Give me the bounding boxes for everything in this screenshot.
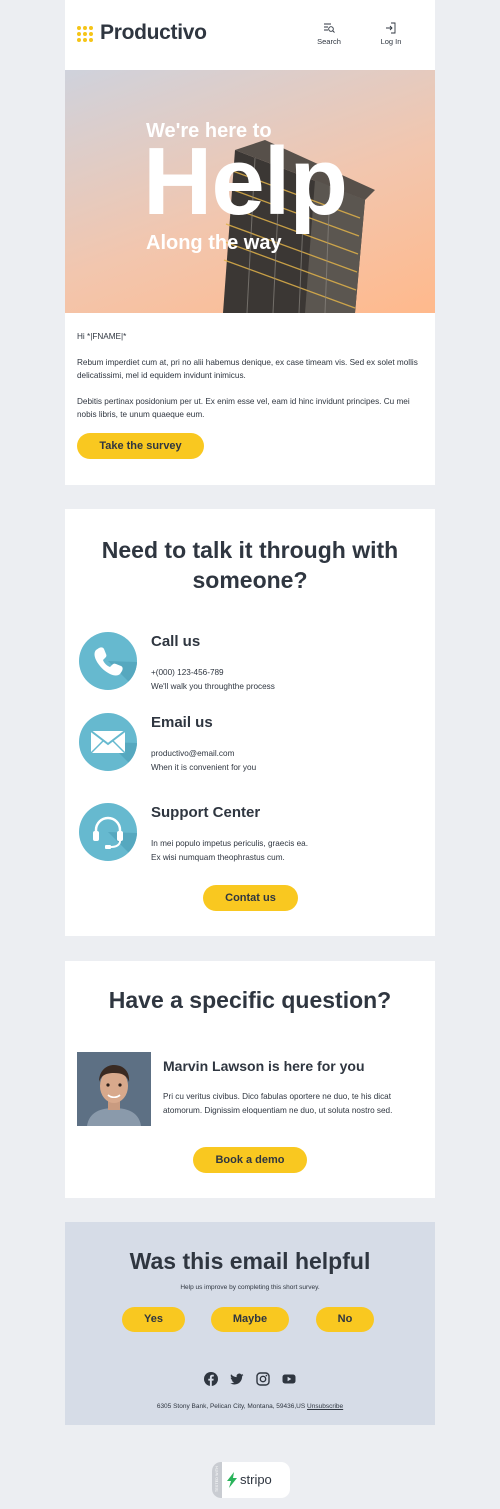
email-header: Productivo Search Log In xyxy=(65,0,435,70)
contact-heading: Need to talk it through with someone? xyxy=(101,537,399,593)
phone-icon xyxy=(94,647,137,690)
email-us-title: Email us xyxy=(151,714,213,731)
login-button[interactable]: Log In xyxy=(369,22,413,46)
avatar-icon xyxy=(77,1052,151,1126)
unsubscribe-link[interactable]: Unsubscribe xyxy=(307,1403,343,1410)
question-section: Have a specific question? Marvin Lawson … xyxy=(65,961,435,1198)
brand-logo[interactable]: Productivo xyxy=(100,21,207,45)
support-center-title: Support Center xyxy=(151,804,261,821)
feedback-section: Was this email helpful Help us improve b… xyxy=(65,1222,435,1425)
book-demo-button[interactable]: Book a demo xyxy=(193,1147,307,1173)
phone-number[interactable]: +(000) 123-456-789 xyxy=(151,666,275,680)
youtube-icon[interactable] xyxy=(282,1372,296,1386)
no-button[interactable]: No xyxy=(316,1307,374,1332)
intro-paragraph-2: Debitis pertinax posidonium per ut. Ex e… xyxy=(77,397,410,420)
hero-line2: Along the way xyxy=(146,232,282,254)
intro-paragraph-1: Rebum imperdiet cum at, pri no alii habe… xyxy=(77,358,418,381)
stripo-logo-icon xyxy=(227,1472,237,1488)
yes-button[interactable]: Yes xyxy=(122,1307,185,1332)
stripo-logo-text: stripo xyxy=(240,1472,272,1487)
call-us-note: We'll walk you throughthe process xyxy=(151,681,275,691)
call-us-circle xyxy=(79,632,137,690)
twitter-icon[interactable] xyxy=(230,1372,244,1386)
support-line-2: Ex wisi numquam theophrastus cum. xyxy=(151,852,285,862)
search-button[interactable]: Search xyxy=(307,22,351,46)
person-description: Pri cu veritus civibus. Dico fabulas opo… xyxy=(163,1092,393,1115)
company-address: 6305 Stony Bank, Pelican City, Montana, … xyxy=(156,1403,306,1410)
email-us-note: When it is convenient for you xyxy=(151,762,257,772)
headset-icon xyxy=(93,816,137,861)
contact-section: Need to talk it through with someone? Ca… xyxy=(65,509,435,936)
person-title: Marvin Lawson is here for you xyxy=(163,1058,365,1074)
facebook-icon[interactable] xyxy=(204,1372,218,1386)
email-icon xyxy=(90,730,137,771)
take-survey-button[interactable]: Take the survey xyxy=(77,433,204,459)
stripo-badge[interactable]: TESTED WITH stripo xyxy=(212,1462,290,1498)
tested-with-label: TESTED WITH xyxy=(215,1466,219,1492)
person-photo xyxy=(77,1052,151,1126)
email-us-details: productivo@email.com When it is convenie… xyxy=(151,747,256,774)
call-us-details: +(000) 123-456-789 We'll walk you throug… xyxy=(151,666,275,693)
contact-us-button[interactable]: Contat us xyxy=(203,885,298,911)
support-center-details: In mei populo impetus periculis, graecis… xyxy=(151,837,308,864)
intro-section: Hi *|FNAME|* Rebum imperdiet cum at, pri… xyxy=(65,313,435,485)
login-label: Log In xyxy=(380,37,402,46)
hero-banner: We're here to Help Along the way xyxy=(65,70,435,313)
email-address[interactable]: productivo@email.com xyxy=(151,747,256,761)
greeting-text: Hi *|FNAME|* xyxy=(77,332,127,341)
logo-icon xyxy=(77,26,93,42)
email-us-circle xyxy=(79,713,137,771)
feedback-subtext: Help us improve by completing this short… xyxy=(180,1284,320,1291)
search-label: Search xyxy=(317,37,341,46)
maybe-button[interactable]: Maybe xyxy=(211,1307,289,1332)
footer-address-line: 6305 Stony Bank, Pelican City, Montana, … xyxy=(65,1403,435,1410)
feedback-heading: Was this email helpful xyxy=(129,1248,371,1274)
question-heading: Have a specific question? xyxy=(108,987,392,1013)
support-center-circle xyxy=(79,803,137,861)
call-us-title: Call us xyxy=(151,633,201,650)
support-line-1: In mei populo impetus periculis, graecis… xyxy=(151,839,309,848)
instagram-icon[interactable] xyxy=(256,1372,270,1386)
login-icon xyxy=(386,22,396,34)
hero-headline: Help xyxy=(143,128,348,235)
search-icon xyxy=(324,23,335,33)
